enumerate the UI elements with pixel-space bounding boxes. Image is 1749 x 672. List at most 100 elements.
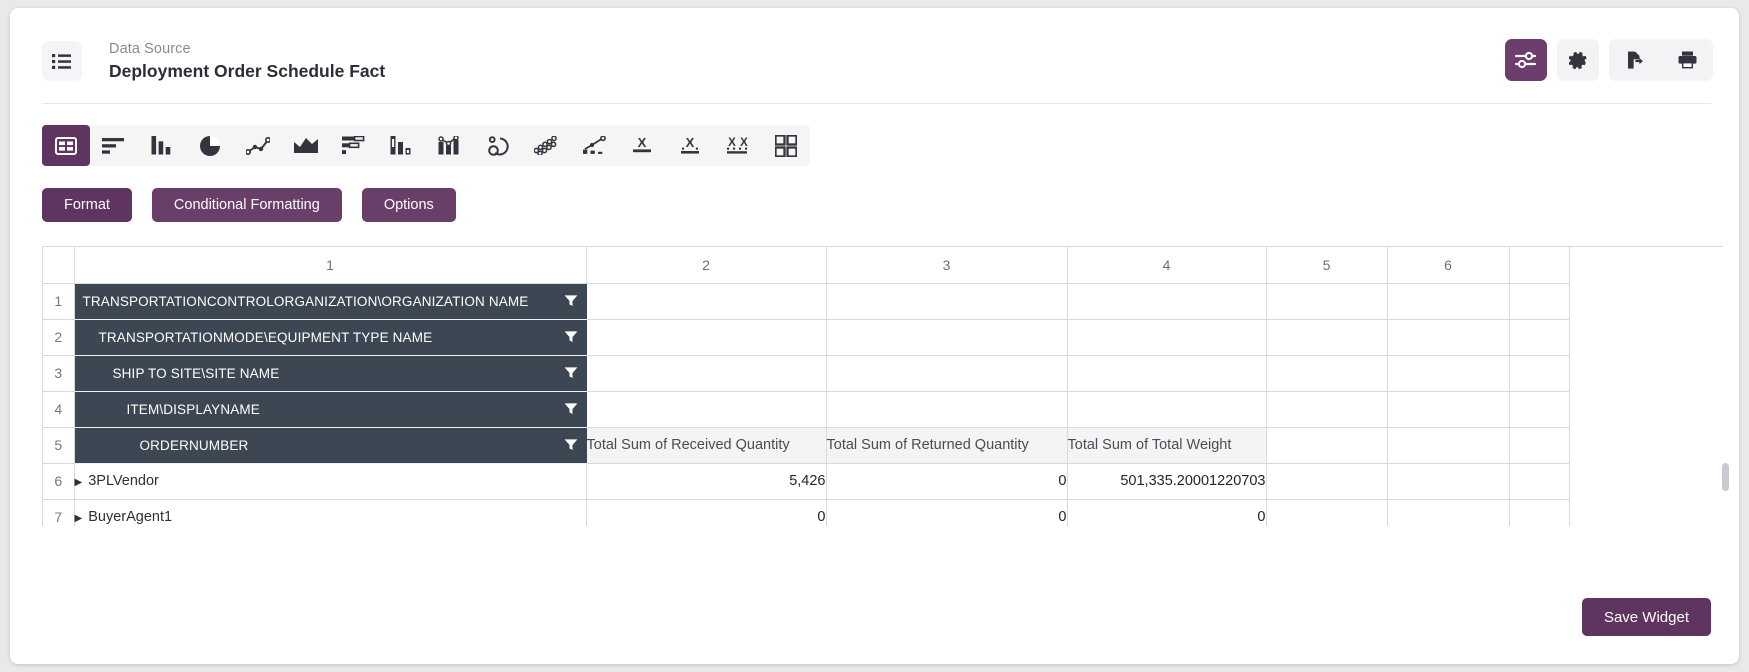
empty-cell[interactable] — [826, 391, 1068, 428]
dimension-label: TRANSPORTATIONMODE\EQUIPMENT TYPE NAME — [98, 329, 433, 345]
empty-cell[interactable] — [1509, 427, 1570, 464]
filter-settings-button[interactable] — [1505, 39, 1547, 81]
file-export-icon — [1625, 50, 1646, 71]
empty-cell[interactable] — [586, 391, 827, 428]
empty-cell[interactable] — [1387, 283, 1510, 320]
stacked-bar-icon — [342, 136, 366, 155]
empty-cell[interactable] — [586, 355, 827, 392]
empty-cell[interactable] — [1509, 319, 1570, 356]
viz-table[interactable] — [42, 125, 90, 166]
empty-cell[interactable] — [826, 283, 1068, 320]
empty-cell[interactable] — [1387, 391, 1510, 428]
viz-scatter-line[interactable] — [570, 125, 618, 166]
empty-cell[interactable] — [586, 283, 827, 320]
export-button[interactable] — [1609, 39, 1661, 81]
cell-received-quantity[interactable]: 0 — [586, 499, 827, 526]
empty-cell[interactable] — [1509, 463, 1570, 500]
column-header-4[interactable]: 4 — [1067, 247, 1267, 284]
empty-cell[interactable] — [1387, 427, 1510, 464]
viz-pie[interactable] — [186, 125, 234, 166]
measure-header-returned-quantity[interactable]: Total Sum of Returned Quantity — [826, 427, 1068, 464]
format-button[interactable]: Format — [42, 188, 132, 222]
column-header-5[interactable]: 5 — [1266, 247, 1388, 284]
expand-caret-icon[interactable]: ▶ — [75, 513, 83, 524]
empty-cell[interactable] — [1266, 499, 1388, 526]
viz-line[interactable] — [234, 125, 282, 166]
dimension-label: ORDERNUMBER — [139, 437, 249, 453]
viz-horizontal-bar[interactable] — [90, 125, 138, 166]
dimension-cell-site-name[interactable]: SHIP TO SITE\SITE NAME — [74, 355, 587, 392]
viz-column[interactable] — [138, 125, 186, 166]
empty-cell[interactable] — [1067, 283, 1267, 320]
cell-total-weight[interactable]: 0 — [1067, 499, 1267, 526]
data-row-label-buyeragent1[interactable]: ▶ BuyerAgent1 — [74, 499, 587, 526]
viz-donut-gauge[interactable] — [474, 125, 522, 166]
viz-bubble[interactable] — [522, 125, 570, 166]
viz-combo[interactable] — [426, 125, 474, 166]
cell-returned-quantity[interactable]: 0 — [826, 499, 1068, 526]
column-header-6[interactable]: 6 — [1387, 247, 1510, 284]
options-button[interactable]: Options — [361, 188, 456, 222]
empty-cell[interactable] — [1067, 319, 1267, 356]
dimension-cell-ordernumber[interactable]: ORDERNUMBER — [74, 427, 587, 464]
empty-cell[interactable] — [1387, 355, 1510, 392]
svg-text:X: X — [728, 137, 736, 149]
column-header-3[interactable]: 3 — [826, 247, 1068, 284]
conditional-formatting-button[interactable]: Conditional Formatting — [151, 188, 342, 222]
empty-cell[interactable] — [826, 355, 1068, 392]
viz-matrix[interactable] — [762, 125, 810, 166]
dimension-cell-equipment-type-name[interactable]: TRANSPORTATIONMODE\EQUIPMENT TYPE NAME — [74, 319, 587, 356]
grid-vertical-scrollbar[interactable] — [1722, 463, 1729, 491]
dimension-cell-organization-name[interactable]: TRANSPORTATIONCONTROLORGANIZATION\ORGANI… — [74, 283, 587, 320]
settings-button[interactable] — [1557, 39, 1599, 81]
empty-cell[interactable] — [1509, 283, 1570, 320]
printer-icon — [1677, 50, 1698, 70]
empty-cell[interactable] — [1509, 391, 1570, 428]
filter-icon[interactable] — [564, 402, 578, 416]
viz-stacked-bar[interactable] — [330, 125, 378, 166]
cell-received-quantity[interactable]: 5,426 — [586, 463, 827, 500]
row-label-text: BuyerAgent1 — [88, 509, 173, 525]
editor-header: Data Source Deployment Order Schedule Fa… — [10, 8, 1739, 104]
data-row-label-3plvendor[interactable]: ▶ 3PLVendor — [74, 463, 587, 500]
empty-cell[interactable] — [1387, 463, 1510, 500]
cell-returned-quantity[interactable]: 0 — [826, 463, 1068, 500]
empty-cell[interactable] — [1387, 319, 1510, 356]
empty-cell[interactable] — [586, 319, 827, 356]
pivot-grid[interactable]: 1 2 3 4 5 6 1 TRANSPORTATIONCONTROLORGAN… — [42, 246, 1723, 526]
empty-cell[interactable] — [1266, 355, 1388, 392]
empty-cell[interactable] — [1387, 499, 1510, 526]
dimension-cell-item-displayname[interactable]: ITEM\DISPLAYNAME — [74, 391, 587, 428]
measure-header-received-quantity[interactable]: Total Sum of Received Quantity — [586, 427, 827, 464]
empty-cell[interactable] — [1067, 391, 1267, 428]
empty-cell[interactable] — [826, 319, 1068, 356]
empty-cell[interactable] — [1067, 355, 1267, 392]
viz-bullet[interactable] — [378, 125, 426, 166]
filter-icon[interactable] — [564, 330, 578, 344]
empty-cell[interactable] — [1509, 355, 1570, 392]
cell-total-weight[interactable]: 501,335.20001220703 — [1067, 463, 1267, 500]
viz-x-single[interactable]: X — [618, 125, 666, 166]
print-button[interactable] — [1661, 39, 1713, 81]
column-header-7[interactable] — [1509, 247, 1570, 284]
empty-cell[interactable] — [1266, 391, 1388, 428]
measure-header-total-weight[interactable]: Total Sum of Total Weight — [1067, 427, 1267, 464]
filter-icon[interactable] — [564, 294, 578, 308]
column-header-2[interactable]: 2 — [586, 247, 827, 284]
filter-icon[interactable] — [564, 366, 578, 380]
viz-xx-dotted[interactable]: X X — [714, 125, 762, 166]
save-widget-button[interactable]: Save Widget — [1581, 598, 1711, 636]
expand-caret-icon[interactable]: ▶ — [75, 477, 83, 488]
empty-cell[interactable] — [1266, 283, 1388, 320]
filter-icon[interactable] — [564, 438, 578, 452]
viz-x-dotted[interactable]: X — [666, 125, 714, 166]
row-number: 7 — [43, 499, 75, 526]
empty-cell[interactable] — [1266, 319, 1388, 356]
column-header-1[interactable]: 1 — [74, 247, 587, 284]
empty-cell[interactable] — [1509, 499, 1570, 526]
empty-cell[interactable] — [1266, 427, 1388, 464]
matrix-icon — [775, 134, 797, 157]
empty-cell[interactable] — [1266, 463, 1388, 500]
viz-area[interactable] — [282, 125, 330, 166]
datasource-text: Data Source Deployment Order Schedule Fa… — [109, 40, 385, 83]
